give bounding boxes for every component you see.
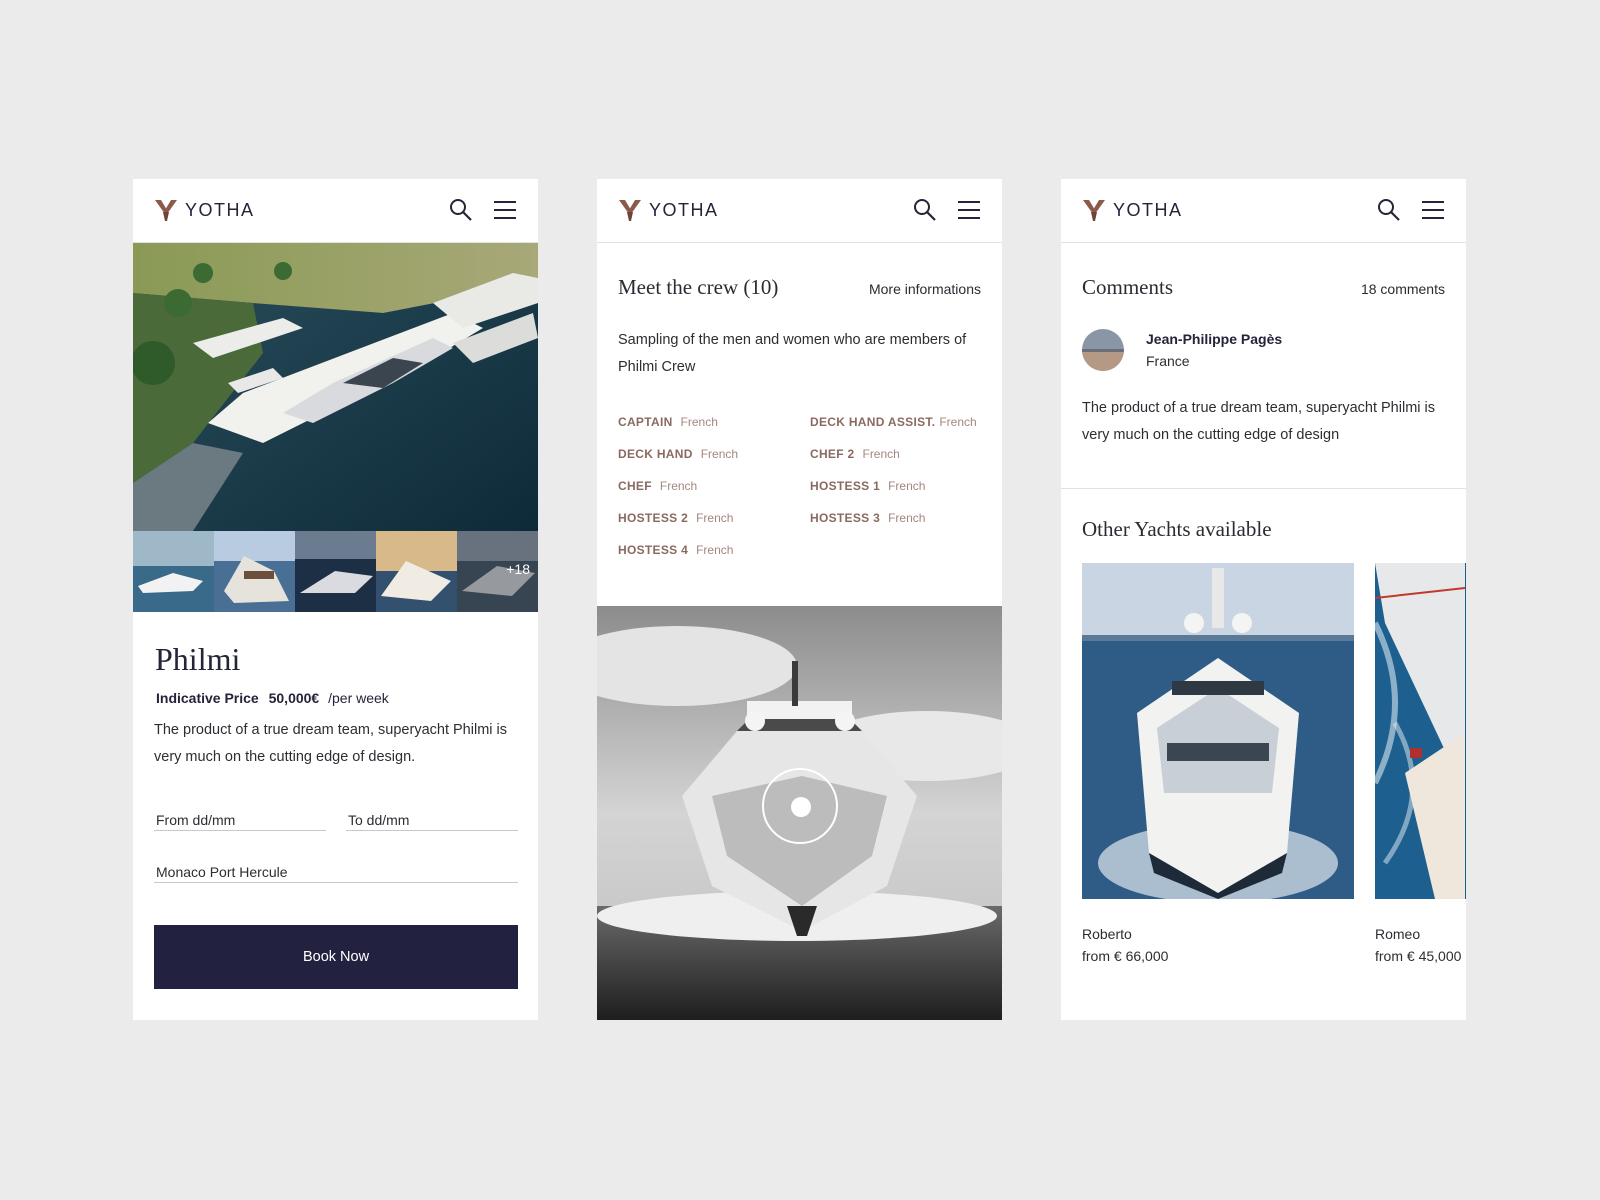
hamburger-menu-icon[interactable] [492,197,518,223]
book-now-button[interactable]: Book Now [154,925,518,989]
price-period: /per week [328,690,389,706]
crew-nationality: French [696,511,734,525]
crew-member: HOSTESS 4 French [618,543,733,557]
search-icon[interactable] [448,197,474,223]
yacht-card[interactable]: Romeo from € 45,000 [1372,563,1466,964]
app-header: YOTHA [1061,179,1466,243]
comment-text: The product of a true dream team, supery… [1082,400,1435,443]
app-header: YOTHA [597,179,1002,243]
crew-role: HOSTESS 1 [810,479,881,493]
crew-member: DECK HAND French [618,447,738,461]
yacht-card-name: Romeo [1375,926,1421,942]
crew-member: DECK HAND ASSIST. French [810,415,977,429]
app-header: YOTHA [133,179,538,243]
yacht-card-name: Roberto [1082,926,1132,942]
more-informations-link[interactable]: More informations [869,281,981,297]
yacht-name: Philmi [155,641,241,677]
price-line: Indicative Price 50,000€ /per week [156,690,389,706]
yotha-logo-icon [1083,200,1105,221]
crew-nationality: French [696,543,734,557]
crew-title: Meet the crew (10) [618,275,779,299]
yotha-logo-icon [619,200,641,221]
play-button[interactable] [762,768,838,844]
gallery-thumbnail[interactable] [214,531,295,612]
hero-image[interactable] [133,243,538,531]
comment-author: Jean-Philippe Pagès [1146,331,1283,347]
crew-role: CAPTAIN [618,415,673,429]
crew-role: CHEF 2 [810,447,855,461]
crew-nationality: French [659,479,698,493]
yacht-card-image [1082,563,1354,903]
yacht-detail-screen: YOTHA +18 Philmi Indicative Price 50,000… [133,179,538,1020]
crew-video[interactable] [597,606,1002,1020]
avatar [1082,329,1124,371]
more-photos-count: +18 [506,561,530,577]
play-icon [791,797,811,817]
brand-name: YOTHA [185,199,255,220]
comments-title: Comments [1082,275,1174,299]
other-yachts-title: Other Yachts available [1082,517,1272,541]
port-field[interactable] [154,851,518,883]
crew-role: HOSTESS 2 [618,511,689,525]
gallery-thumbnails: +18 [133,531,538,612]
crew-member: CHEF French [618,479,697,493]
section-divider [1061,488,1466,489]
crew-role: CHEF [618,479,652,493]
yotha-logo-icon [155,200,177,221]
from-date-field[interactable] [154,799,326,831]
logo[interactable]: YOTHA [154,198,255,222]
yacht-card-image [1372,563,1466,899]
comments-count-link[interactable]: 18 comments [1361,281,1445,297]
crew-intro: Sampling of the men and women who are me… [618,332,967,375]
hamburger-menu-icon[interactable] [956,197,982,223]
crew-member: HOSTESS 1 French [810,479,925,493]
crew-role: HOSTESS 3 [810,511,881,525]
hamburger-menu-icon[interactable] [1420,197,1446,223]
yacht-card-price: from € 45,000 [1375,948,1462,964]
to-date-field[interactable] [346,799,518,831]
crew-screen: YOTHA Meet the crew (10) More informatio… [597,179,1002,1020]
gallery-thumbnail[interactable] [133,531,214,612]
search-icon[interactable] [912,197,938,223]
crew-member: CHEF 2 French [810,447,900,461]
gallery-thumbnail[interactable] [376,531,457,612]
comment-author-country: France [1146,353,1190,369]
price-amount: 50,000€ [268,690,320,706]
crew-member: CAPTAIN French [618,415,718,429]
price-label: Indicative Price [156,690,259,706]
comments-screen: YOTHA Comments 18 comments Jean-Philippe… [1061,179,1466,1020]
crew-nationality: French [939,415,977,429]
crew-nationality: French [888,479,926,493]
crew-role: DECK HAND [618,447,693,461]
logo[interactable]: YOTHA [618,198,719,222]
crew-nationality: French [700,447,739,461]
search-icon[interactable] [1376,197,1402,223]
yacht-card-price: from € 66,000 [1082,948,1169,964]
crew-nationality: French [680,415,718,429]
crew-nationality: French [862,447,900,461]
crew-nationality: French [888,511,926,525]
crew-member: HOSTESS 2 French [618,511,733,525]
yacht-description: The product of a true dream team, supery… [154,722,507,765]
crew-member: HOSTESS 3 French [810,511,925,525]
gallery-thumbnail[interactable] [295,531,376,612]
crew-role: HOSTESS 4 [618,543,689,557]
brand-name: YOTHA [1113,199,1183,220]
crew-role: DECK HAND ASSIST. [810,415,936,429]
gallery-thumbnail-more[interactable]: +18 [457,531,538,612]
brand-name: YOTHA [649,199,719,220]
logo[interactable]: YOTHA [1082,198,1183,222]
yacht-card[interactable]: Roberto from € 66,000 [1082,563,1354,964]
